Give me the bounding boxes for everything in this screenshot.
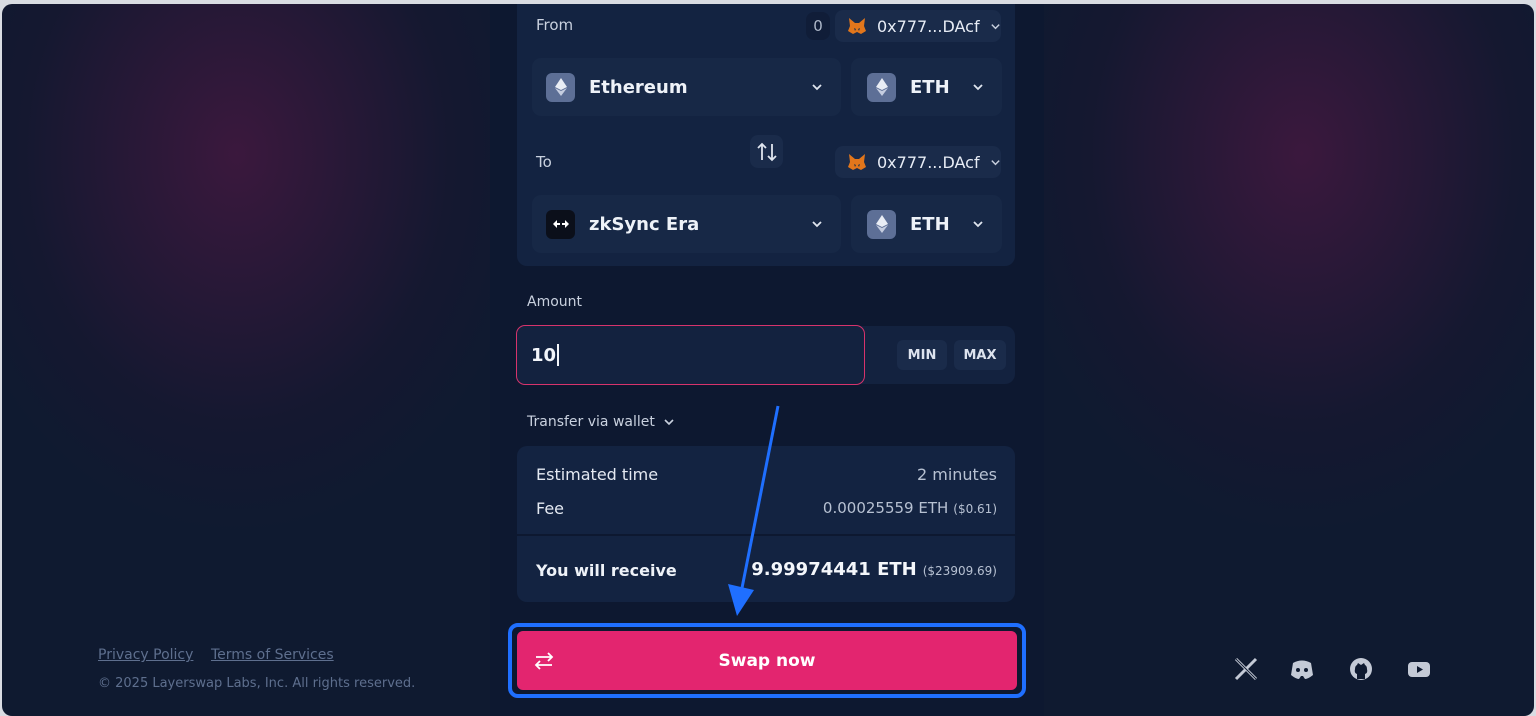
github-icon[interactable] (1347, 655, 1375, 683)
x-twitter-icon[interactable] (1232, 655, 1260, 683)
discord-icon[interactable] (1288, 655, 1316, 683)
swap-panel: From 0 0x777...DAcf Ethereum ETH To 0x77… (490, 4, 1044, 716)
privacy-policy-link[interactable]: Privacy Policy (98, 647, 193, 663)
app-window: From 0 0x777...DAcf Ethereum ETH To 0x77… (2, 4, 1534, 716)
copyright-text: © 2025 Layerswap Labs, Inc. All rights r… (98, 676, 416, 691)
youtube-icon[interactable] (1405, 655, 1433, 683)
terms-of-services-link[interactable]: Terms of Services (211, 647, 334, 663)
annotation-arrow (728, 405, 780, 616)
